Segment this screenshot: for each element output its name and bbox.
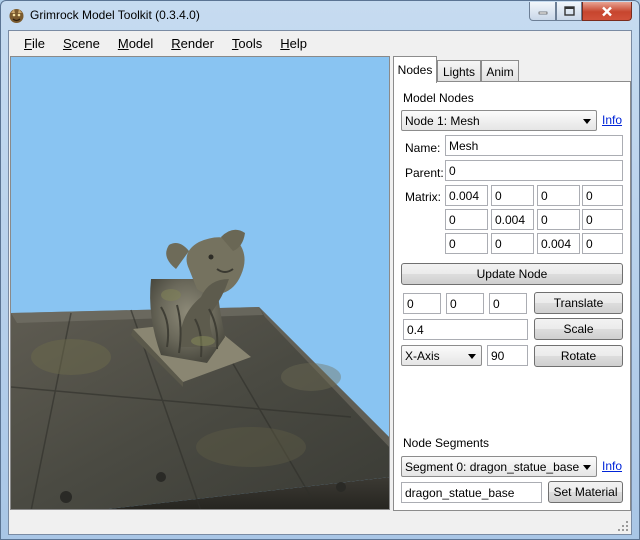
translate-z-field[interactable]: 0 <box>489 293 527 314</box>
segment-select[interactable]: Segment 0: dragon_statue_base <box>401 456 597 477</box>
chevron-down-icon <box>583 465 591 470</box>
menu-model[interactable]: Model <box>109 33 162 54</box>
menu-tools[interactable]: Tools <box>223 33 271 54</box>
update-node-button[interactable]: Update Node <box>401 263 623 285</box>
menu-file[interactable]: File <box>15 33 54 54</box>
node-info-link[interactable]: Info <box>602 113 622 127</box>
scale-field[interactable]: 0.4 <box>403 319 528 340</box>
rotate-button[interactable]: Rotate <box>534 345 623 367</box>
tab-lights[interactable]: Lights <box>437 60 481 82</box>
matrix-cell[interactable]: 0 <box>582 233 623 254</box>
scene-render <box>11 229 389 509</box>
dragon-app-icon <box>9 9 24 23</box>
matrix-cell[interactable]: 0 <box>582 209 623 230</box>
matrix-cell[interactable]: 0 <box>537 185 580 206</box>
minimize-button[interactable] <box>529 2 556 21</box>
menu-render[interactable]: Render <box>162 33 223 54</box>
nodes-tab-page: Model Nodes Node 1: Mesh Info Name: Mesh… <box>393 81 631 511</box>
rotate-angle-field[interactable]: 90 <box>487 345 528 366</box>
chevron-down-icon <box>468 354 476 359</box>
model-nodes-label: Model Nodes <box>403 91 474 105</box>
maximize-button[interactable] <box>556 2 582 21</box>
tab-anim[interactable]: Anim <box>481 60 519 82</box>
matrix-label: Matrix: <box>405 190 441 204</box>
translate-button[interactable]: Translate <box>534 292 623 314</box>
node-select[interactable]: Node 1: Mesh <box>401 110 597 131</box>
translate-x-field[interactable]: 0 <box>403 293 441 314</box>
resize-grip-icon[interactable] <box>617 520 629 532</box>
matrix-cell[interactable]: 0 <box>491 185 534 206</box>
close-icon <box>602 6 612 16</box>
set-material-button[interactable]: Set Material <box>548 481 623 503</box>
matrix-cell[interactable]: 0 <box>582 185 623 206</box>
matrix-cell[interactable]: 0.004 <box>491 209 534 230</box>
chevron-down-icon <box>583 119 591 124</box>
minimize-icon <box>538 11 547 15</box>
scale-button[interactable]: Scale <box>534 318 623 340</box>
title-bar[interactable]: Grimrock Model Toolkit (0.3.4.0) <box>1 1 639 29</box>
menu-scene[interactable]: Scene <box>54 33 109 54</box>
axis-select[interactable]: X-Axis <box>401 345 482 366</box>
client-area: File Scene Model Render Tools Help Nodes… <box>8 30 632 535</box>
parent-label: Parent: <box>405 166 444 180</box>
menu-bar: File Scene Model Render Tools Help <box>9 31 631 55</box>
matrix-cell[interactable]: 0 <box>445 233 488 254</box>
close-button[interactable] <box>582 2 632 21</box>
menu-help[interactable]: Help <box>271 33 316 54</box>
node-segments-label: Node Segments <box>403 436 490 450</box>
matrix-cell[interactable]: 0 <box>537 209 580 230</box>
segment-info-link[interactable]: Info <box>602 459 622 473</box>
matrix-cell[interactable]: 0.004 <box>445 185 488 206</box>
matrix-cell[interactable]: 0.004 <box>537 233 580 254</box>
translate-y-field[interactable]: 0 <box>446 293 484 314</box>
3d-viewport[interactable] <box>10 56 390 510</box>
main-window: Grimrock Model Toolkit (0.3.4.0) File Sc… <box>0 0 640 540</box>
properties-panel: Nodes Lights Anim Model Nodes Node 1: Me… <box>393 56 631 511</box>
window-title: Grimrock Model Toolkit (0.3.4.0) <box>30 8 200 22</box>
matrix-cell[interactable]: 0 <box>491 233 534 254</box>
name-field[interactable]: Mesh <box>445 135 623 156</box>
maximize-icon <box>563 6 575 16</box>
tab-nodes[interactable]: Nodes <box>393 56 437 83</box>
parent-field[interactable]: 0 <box>445 160 623 181</box>
status-bar <box>9 511 631 534</box>
matrix-cell[interactable]: 0 <box>445 209 488 230</box>
name-label: Name: <box>405 141 441 155</box>
material-field[interactable]: dragon_statue_base <box>401 482 542 503</box>
